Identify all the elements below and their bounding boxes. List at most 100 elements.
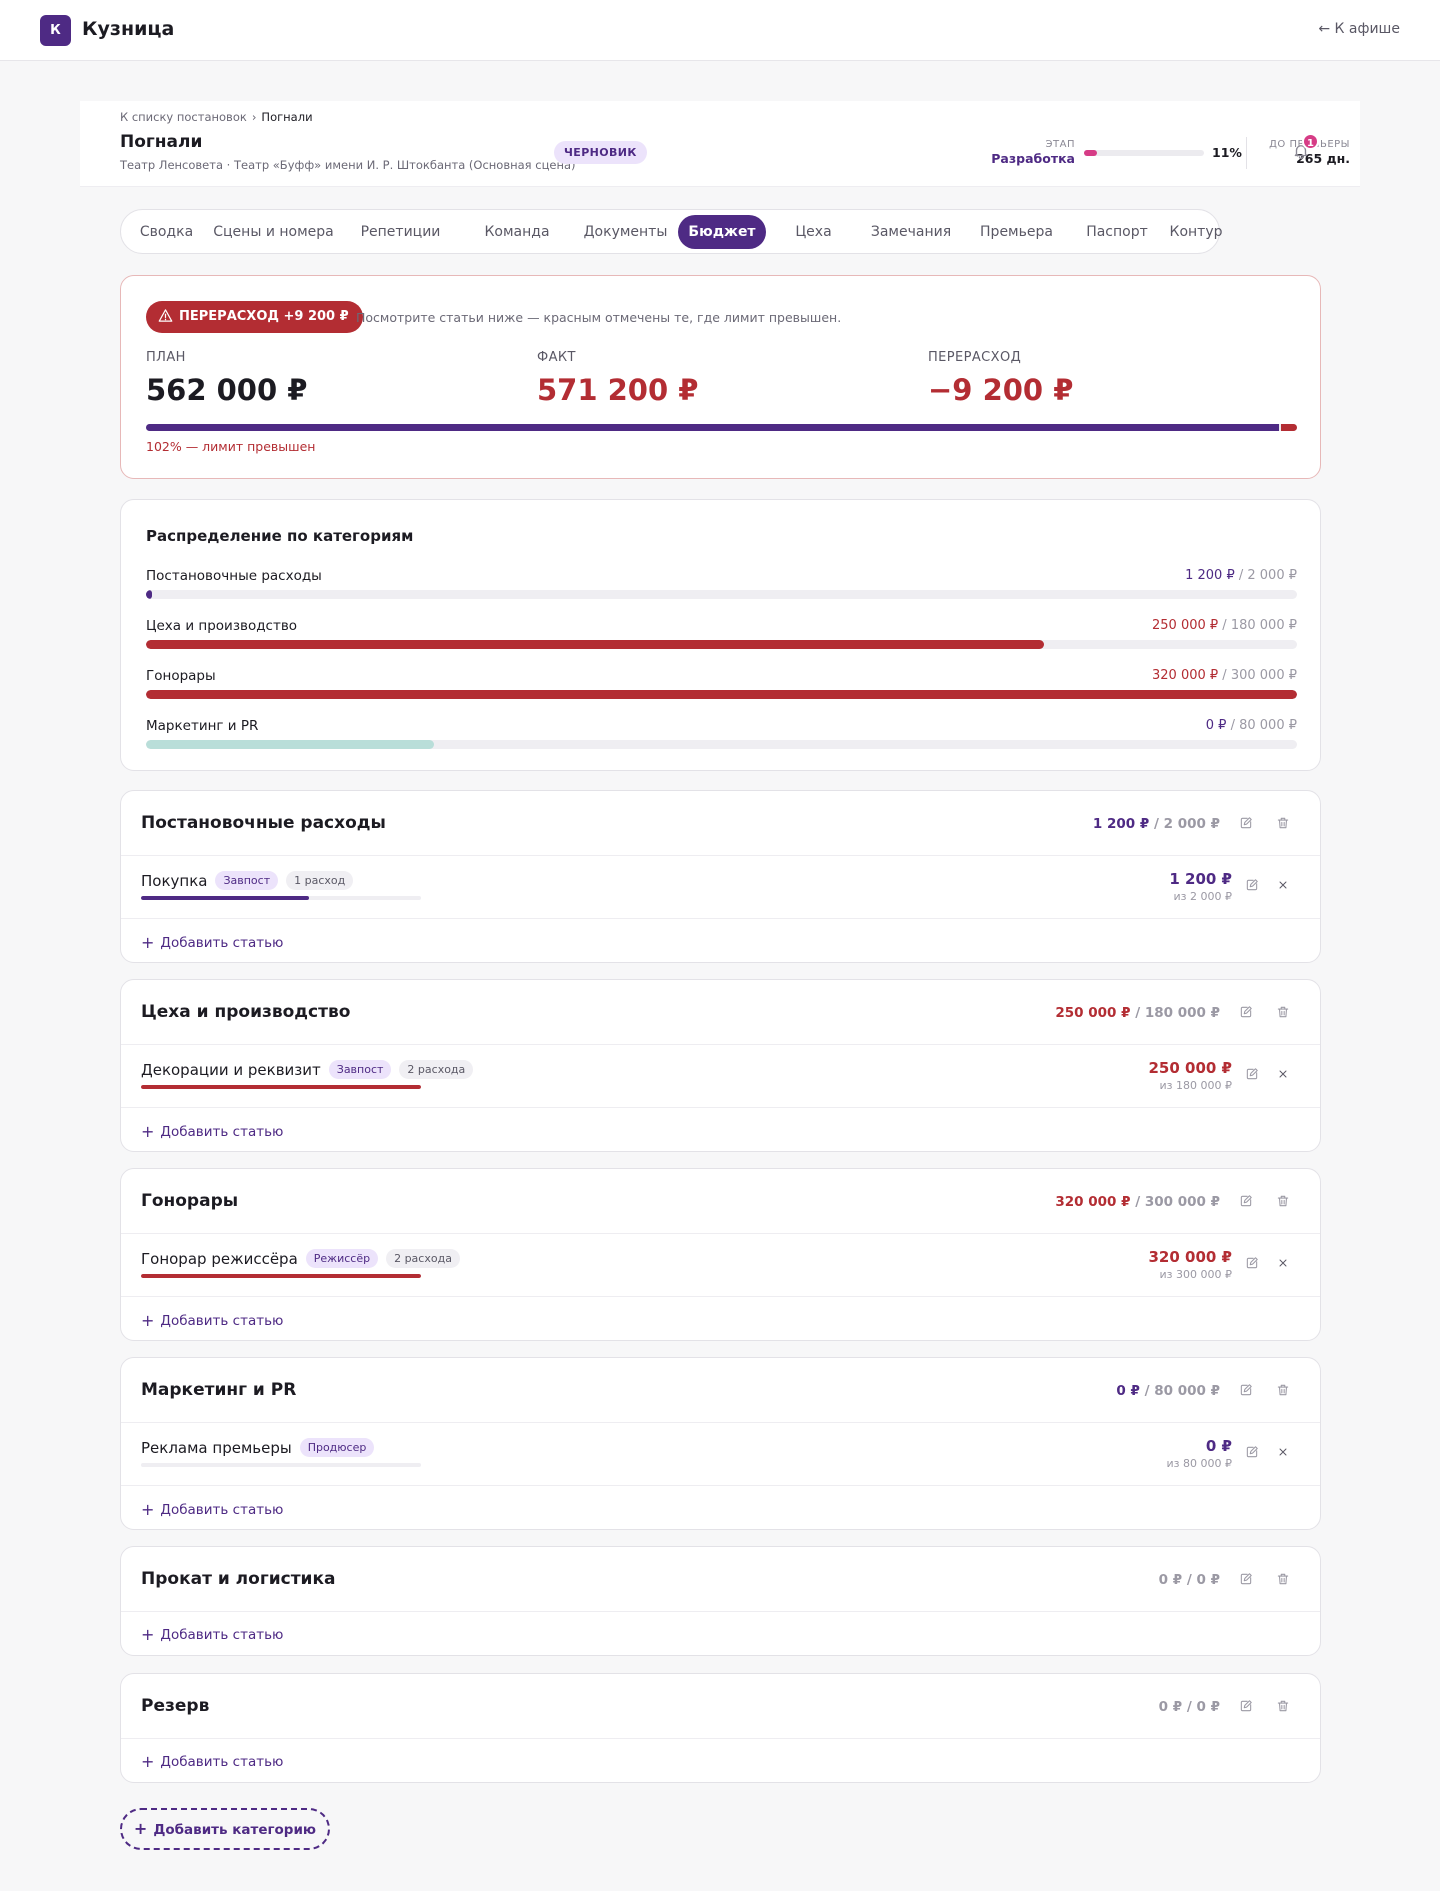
add-item-label: Добавить статью	[160, 935, 284, 951]
budget-usage-overrun-fill	[1280, 424, 1297, 431]
budget-item-spent: 250 000 ₽	[1148, 1059, 1232, 1077]
tab-6[interactable]: Бюджет	[678, 215, 766, 249]
add-item-button[interactable]: + Добавить статью	[141, 1752, 283, 1771]
notification-count-badge: 1	[1302, 133, 1319, 150]
budget-item-amount: 0 ₽ из 80 000 ₽	[1167, 1437, 1232, 1470]
breadcrumb-current: Погнали	[261, 110, 313, 124]
budget-item-row[interactable]: Гонорар режиссёра Режиссёр 2 расхода 320 00…	[121, 1234, 1320, 1297]
tab-3[interactable]: Репетиции	[340, 215, 461, 249]
budget-item-bar	[141, 1274, 421, 1278]
edit-icon[interactable]	[1239, 816, 1255, 832]
distribution-row-amount: 1 200 ₽ / 2 000 ₽	[1185, 568, 1297, 583]
add-item-button[interactable]: + Добавить статью	[141, 1500, 283, 1519]
edit-icon[interactable]	[1239, 1699, 1255, 1715]
breadcrumb-back-link[interactable]: К списку постановок	[120, 110, 247, 124]
responsible-tag: Завпост	[215, 871, 279, 890]
close-icon[interactable]	[1277, 879, 1293, 895]
add-item-button[interactable]: + Добавить статью	[141, 933, 283, 952]
budget-item-bar-fill	[141, 1085, 421, 1089]
distribution-row-name: Маркетинг и PR	[146, 718, 259, 734]
tab-7[interactable]: Цеха	[780, 215, 847, 249]
tab-11[interactable]: Контур	[1166, 215, 1226, 249]
category-header: Постановочные расходы 1 200 ₽ / 2 000 ₽	[121, 791, 1320, 856]
category-spent: 250 000 ₽	[1055, 1005, 1131, 1021]
distribution-row-name: Цеха и производство	[146, 618, 298, 634]
trash-icon[interactable]	[1276, 1572, 1292, 1588]
category-amount-separator: /	[1130, 1194, 1145, 1210]
budget-item-row[interactable]: Покупка Завпост 1 расход 1 200 ₽ из 2 000 ₽	[121, 856, 1320, 919]
plus-icon: +	[141, 1500, 155, 1519]
edit-icon[interactable]	[1245, 1445, 1261, 1461]
add-item-button[interactable]: + Добавить статью	[141, 1122, 283, 1141]
category-limit: 300 000 ₽	[1144, 1194, 1220, 1210]
budget-category-card: Гонорары 320 000 ₽ / 300 000 ₽ Гонорар реж…	[120, 1168, 1321, 1341]
budget-item-bar-fill	[141, 896, 309, 900]
budget-item-limit: из 80 000 ₽	[1166, 1457, 1232, 1470]
edit-icon[interactable]	[1239, 1383, 1255, 1399]
close-icon[interactable]	[1277, 1257, 1293, 1273]
edit-icon[interactable]	[1239, 1194, 1255, 1210]
edit-icon[interactable]	[1239, 1572, 1255, 1588]
trash-icon[interactable]	[1276, 1194, 1292, 1210]
tab-5[interactable]: Документы	[573, 215, 678, 249]
tab-9[interactable]: Премьера	[965, 215, 1068, 249]
trash-icon[interactable]	[1276, 816, 1292, 832]
responsible-tag: Режиссёр	[305, 1249, 379, 1268]
add-category-button[interactable]: + Добавить категорию	[120, 1808, 330, 1850]
add-item-label: Добавить статью	[160, 1124, 284, 1140]
app-brand[interactable]: Кузница	[82, 18, 174, 40]
add-item-button[interactable]: + Добавить статью	[141, 1625, 283, 1644]
budget-item-name: Гонорар режиссёра	[141, 1250, 298, 1268]
edit-icon[interactable]	[1239, 1005, 1255, 1021]
category-distribution-card: Распределение по категориям Постановочны…	[120, 499, 1321, 771]
category-header: Прокат и логистика 0 ₽ / 0 ₽	[121, 1547, 1320, 1612]
header-divider	[1246, 137, 1247, 169]
trash-icon[interactable]	[1276, 1005, 1292, 1021]
add-item-label: Добавить статью	[160, 1502, 284, 1518]
distribution-row: Маркетинг и PR 0 ₽ / 80 000 ₽	[146, 718, 1297, 758]
distribution-row-bar-fill	[146, 690, 1297, 699]
category-amount-separator: /	[1149, 816, 1164, 832]
close-icon[interactable]	[1277, 1446, 1293, 1462]
trash-icon[interactable]	[1276, 1383, 1292, 1399]
stage-progress-bar	[1084, 150, 1204, 156]
distribution-row: Гонорары 320 000 ₽ / 300 000 ₽	[146, 668, 1297, 708]
plus-icon: +	[141, 1311, 155, 1330]
tab-8[interactable]: Замечания	[857, 215, 965, 249]
edit-icon[interactable]	[1245, 878, 1261, 894]
budget-item-row[interactable]: Декорации и реквизит Завпост 2 расхода 250 …	[121, 1045, 1320, 1108]
budget-item: Декорации и реквизит Завпост 2 расхода	[141, 1060, 474, 1079]
plus-icon: +	[141, 1625, 155, 1644]
trash-icon[interactable]	[1276, 1699, 1292, 1715]
tab-10[interactable]: Паспорт	[1068, 215, 1166, 249]
distribution-row-bar	[146, 590, 1297, 599]
tab-1[interactable]: Сводка	[126, 215, 207, 249]
edit-icon[interactable]	[1245, 1256, 1261, 1272]
add-item-button[interactable]: + Добавить статью	[141, 1311, 283, 1330]
app-logo[interactable]: К	[40, 15, 71, 46]
stage-progress-fill	[1084, 150, 1098, 156]
budget-item-amount: 1 200 ₽ из 2 000 ₽	[1169, 870, 1232, 903]
breadcrumb-separator: ›	[251, 110, 257, 124]
edit-icon[interactable]	[1245, 1067, 1261, 1083]
category-limit: 80 000 ₽	[1154, 1383, 1220, 1399]
budget-item-limit: из 300 000 ₽	[1159, 1268, 1232, 1281]
overrun-badge: ПЕРЕРАСХОД +9 200 ₽	[146, 301, 363, 333]
budget-item-row[interactable]: Реклама премьеры Продюсер 0 ₽ из 80 000 ₽	[121, 1423, 1320, 1486]
status-badge: ЧЕРНОВИК	[554, 141, 647, 164]
category-spent: 0 ₽	[1116, 1383, 1140, 1399]
tab-4[interactable]: Команда	[461, 215, 573, 249]
tab-2[interactable]: Сцены и номера	[207, 215, 340, 249]
plus-icon: +	[141, 1122, 155, 1141]
category-amount-separator: /	[1182, 1572, 1197, 1588]
distribution-row: Цеха и производство 250 000 ₽ / 180 000 ₽	[146, 618, 1297, 658]
category-spent: 320 000 ₽	[1055, 1194, 1131, 1210]
distribution-title: Распределение по категориям	[146, 527, 414, 545]
distribution-row-bar-fill	[146, 640, 1044, 649]
budget-item: Гонорар режиссёра Режиссёр 2 расхода	[141, 1249, 460, 1268]
back-to-playbill-link[interactable]: ← К афише	[1318, 21, 1400, 37]
expense-count-tag: 2 расхода	[386, 1249, 460, 1268]
add-item-label: Добавить статью	[160, 1627, 284, 1643]
category-amount-separator: /	[1182, 1699, 1197, 1715]
close-icon[interactable]	[1277, 1068, 1293, 1084]
